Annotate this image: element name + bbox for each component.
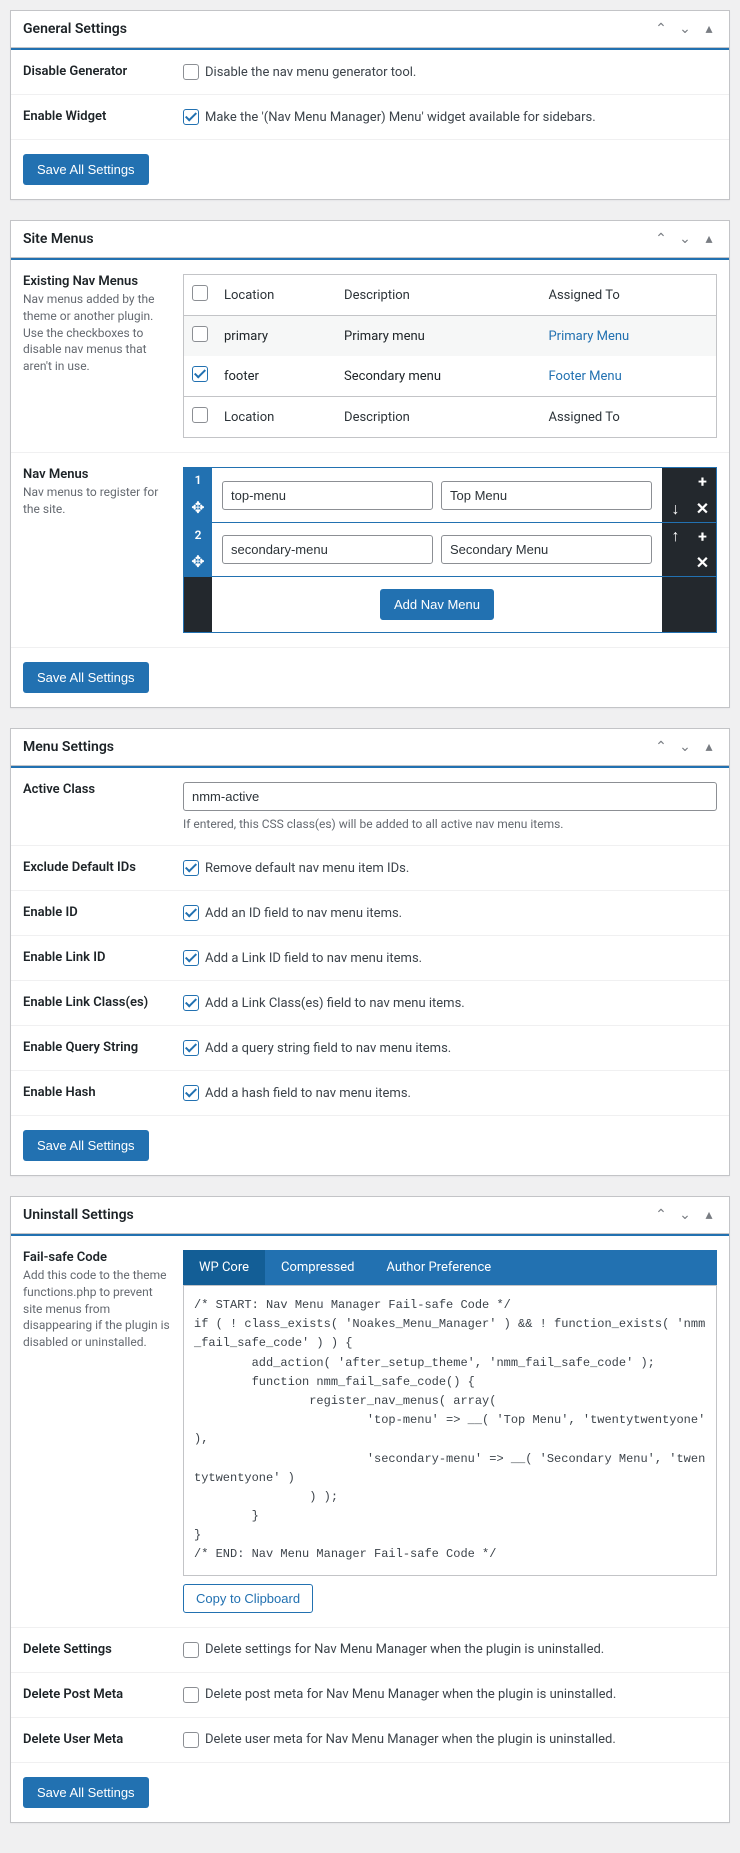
arrow-down-icon[interactable]: ↓ — [662, 495, 689, 522]
save-button[interactable]: Save All Settings — [23, 662, 149, 693]
menu-name-input[interactable] — [441, 481, 652, 510]
panel-title: Site Menus — [23, 231, 94, 247]
row-number: 1 — [195, 473, 202, 487]
row-description: Secondary menu — [336, 356, 540, 397]
failsafe-label: Fail-safe Code — [23, 1250, 173, 1265]
row-description: Primary menu — [336, 316, 540, 357]
row-checkbox[interactable] — [192, 366, 208, 382]
row-location: primary — [216, 316, 336, 357]
move-icon[interactable]: ✥ — [191, 498, 204, 517]
close-icon[interactable]: ✕ — [689, 550, 716, 577]
caret-up-icon[interactable]: ▴ — [701, 21, 717, 37]
chevron-down-icon[interactable]: ⌄ — [677, 231, 693, 247]
existing-nav-menus-desc: Nav menus added by the theme or another … — [23, 291, 173, 375]
active-class-input[interactable] — [183, 782, 717, 811]
failsafe-desc: Add this code to the theme functions.php… — [23, 1267, 173, 1351]
nav-menu-builder: 1 ✥ + ↓✕ 2 ✥ — [183, 467, 717, 633]
col-description: Description — [336, 275, 540, 316]
existing-nav-menus-label: Existing Nav Menus — [23, 274, 173, 289]
enable-qs-label: Enable Query String — [23, 1040, 183, 1056]
chevron-up-icon[interactable]: ⌃ — [653, 21, 669, 37]
chevron-down-icon[interactable]: ⌄ — [677, 1207, 693, 1223]
exclude-ids-checkbox[interactable] — [183, 860, 199, 876]
active-class-hint: If entered, this CSS class(es) will be a… — [183, 817, 717, 831]
caret-up-icon[interactable]: ▴ — [701, 1207, 717, 1223]
enable-widget-checkbox[interactable] — [183, 109, 199, 125]
drag-handle[interactable]: 1 ✥ — [184, 468, 212, 522]
menu-settings-panel: Menu Settings ⌃ ⌄ ▴ Active Class If ente… — [10, 728, 730, 1176]
table-row: footer Secondary menu Footer Menu — [184, 356, 717, 397]
delete-postmeta-checkbox[interactable] — [183, 1687, 199, 1703]
chevron-down-icon[interactable]: ⌄ — [677, 739, 693, 755]
menu-name-input[interactable] — [441, 535, 652, 564]
select-all-checkbox[interactable] — [192, 285, 208, 301]
select-all-checkbox[interactable] — [192, 407, 208, 423]
nav-menus-label: Nav Menus — [23, 467, 173, 482]
col-location: Location — [216, 275, 336, 316]
tab-wp-core[interactable]: WP Core — [183, 1250, 265, 1285]
chevron-up-icon[interactable]: ⌃ — [653, 1207, 669, 1223]
uninstall-settings-panel: Uninstall Settings ⌃ ⌄ ▴ Fail-safe Code … — [10, 1196, 730, 1823]
panel-title: Menu Settings — [23, 739, 114, 755]
disable-generator-checkbox[interactable] — [183, 64, 199, 80]
menu-slug-input[interactable] — [222, 481, 433, 510]
general-settings-panel: General Settings ⌃ ⌄ ▴ Disable Generator… — [10, 10, 730, 200]
exclude-ids-label: Exclude Default IDs — [23, 860, 183, 876]
site-menus-panel: Site Menus ⌃ ⌄ ▴ Existing Nav Menus Nav … — [10, 220, 730, 708]
drag-handle[interactable]: 2 ✥ — [184, 523, 212, 576]
enable-widget-label: Enable Widget — [23, 109, 183, 125]
code-tabs: WP Core Compressed Author Preference — [183, 1250, 717, 1285]
copy-clipboard-button[interactable]: Copy to Clipboard — [183, 1584, 313, 1613]
close-icon[interactable]: ✕ — [689, 495, 716, 522]
enable-linkid-checkbox[interactable] — [183, 950, 199, 966]
move-icon[interactable]: ✥ — [191, 552, 204, 571]
enable-hash-label: Enable Hash — [23, 1085, 183, 1101]
chevron-up-icon[interactable]: ⌃ — [653, 739, 669, 755]
row-checkbox[interactable] — [192, 326, 208, 342]
chevron-down-icon[interactable]: ⌄ — [677, 21, 693, 37]
enable-id-checkbox[interactable] — [183, 905, 199, 921]
nav-menus-desc: Nav menus to register for the site. — [23, 484, 173, 518]
enable-widget-text: Make the '(Nav Menu Manager) Menu' widge… — [205, 110, 596, 125]
delete-usermeta-checkbox[interactable] — [183, 1732, 199, 1748]
tab-author-preference[interactable]: Author Preference — [370, 1250, 507, 1285]
delete-settings-label: Delete Settings — [23, 1642, 183, 1658]
panel-header: General Settings ⌃ ⌄ ▴ — [11, 11, 729, 48]
add-nav-menu-button[interactable]: Add Nav Menu — [380, 589, 494, 620]
save-button[interactable]: Save All Settings — [23, 1777, 149, 1808]
delete-usermeta-label: Delete User Meta — [23, 1732, 183, 1748]
enable-qs-checkbox[interactable] — [183, 1040, 199, 1056]
save-button[interactable]: Save All Settings — [23, 1130, 149, 1161]
col-assigned: Assigned To — [540, 275, 716, 316]
failsafe-code[interactable]: /* START: Nav Menu Manager Fail-safe Cod… — [183, 1285, 717, 1576]
add-icon[interactable]: + — [689, 523, 716, 550]
tab-compressed[interactable]: Compressed — [265, 1250, 370, 1285]
disable-generator-label: Disable Generator — [23, 64, 183, 80]
enable-linkclass-label: Enable Link Class(es) — [23, 995, 183, 1011]
existing-menus-table: Location Description Assigned To primary… — [183, 274, 717, 438]
caret-up-icon[interactable]: ▴ — [701, 739, 717, 755]
chevron-up-icon[interactable]: ⌃ — [653, 231, 669, 247]
delete-postmeta-label: Delete Post Meta — [23, 1687, 183, 1703]
panel-title: General Settings — [23, 21, 127, 37]
enable-linkclass-checkbox[interactable] — [183, 995, 199, 1011]
active-class-label: Active Class — [23, 782, 183, 831]
arrow-up-icon[interactable]: ↑ — [662, 523, 689, 550]
panel-title: Uninstall Settings — [23, 1207, 134, 1223]
row-number: 2 — [195, 528, 202, 542]
row-location: footer — [216, 356, 336, 397]
menu-slug-input[interactable] — [222, 535, 433, 564]
enable-linkid-label: Enable Link ID — [23, 950, 183, 966]
disable-generator-text: Disable the nav menu generator tool. — [205, 65, 416, 80]
caret-up-icon[interactable]: ▴ — [701, 231, 717, 247]
save-button[interactable]: Save All Settings — [23, 154, 149, 185]
assigned-link[interactable]: Footer Menu — [548, 369, 621, 384]
add-icon[interactable]: + — [689, 468, 716, 495]
table-row: primary Primary menu Primary Menu — [184, 316, 717, 357]
assigned-link[interactable]: Primary Menu — [548, 329, 629, 344]
delete-settings-checkbox[interactable] — [183, 1642, 199, 1658]
enable-id-label: Enable ID — [23, 905, 183, 921]
enable-hash-checkbox[interactable] — [183, 1085, 199, 1101]
